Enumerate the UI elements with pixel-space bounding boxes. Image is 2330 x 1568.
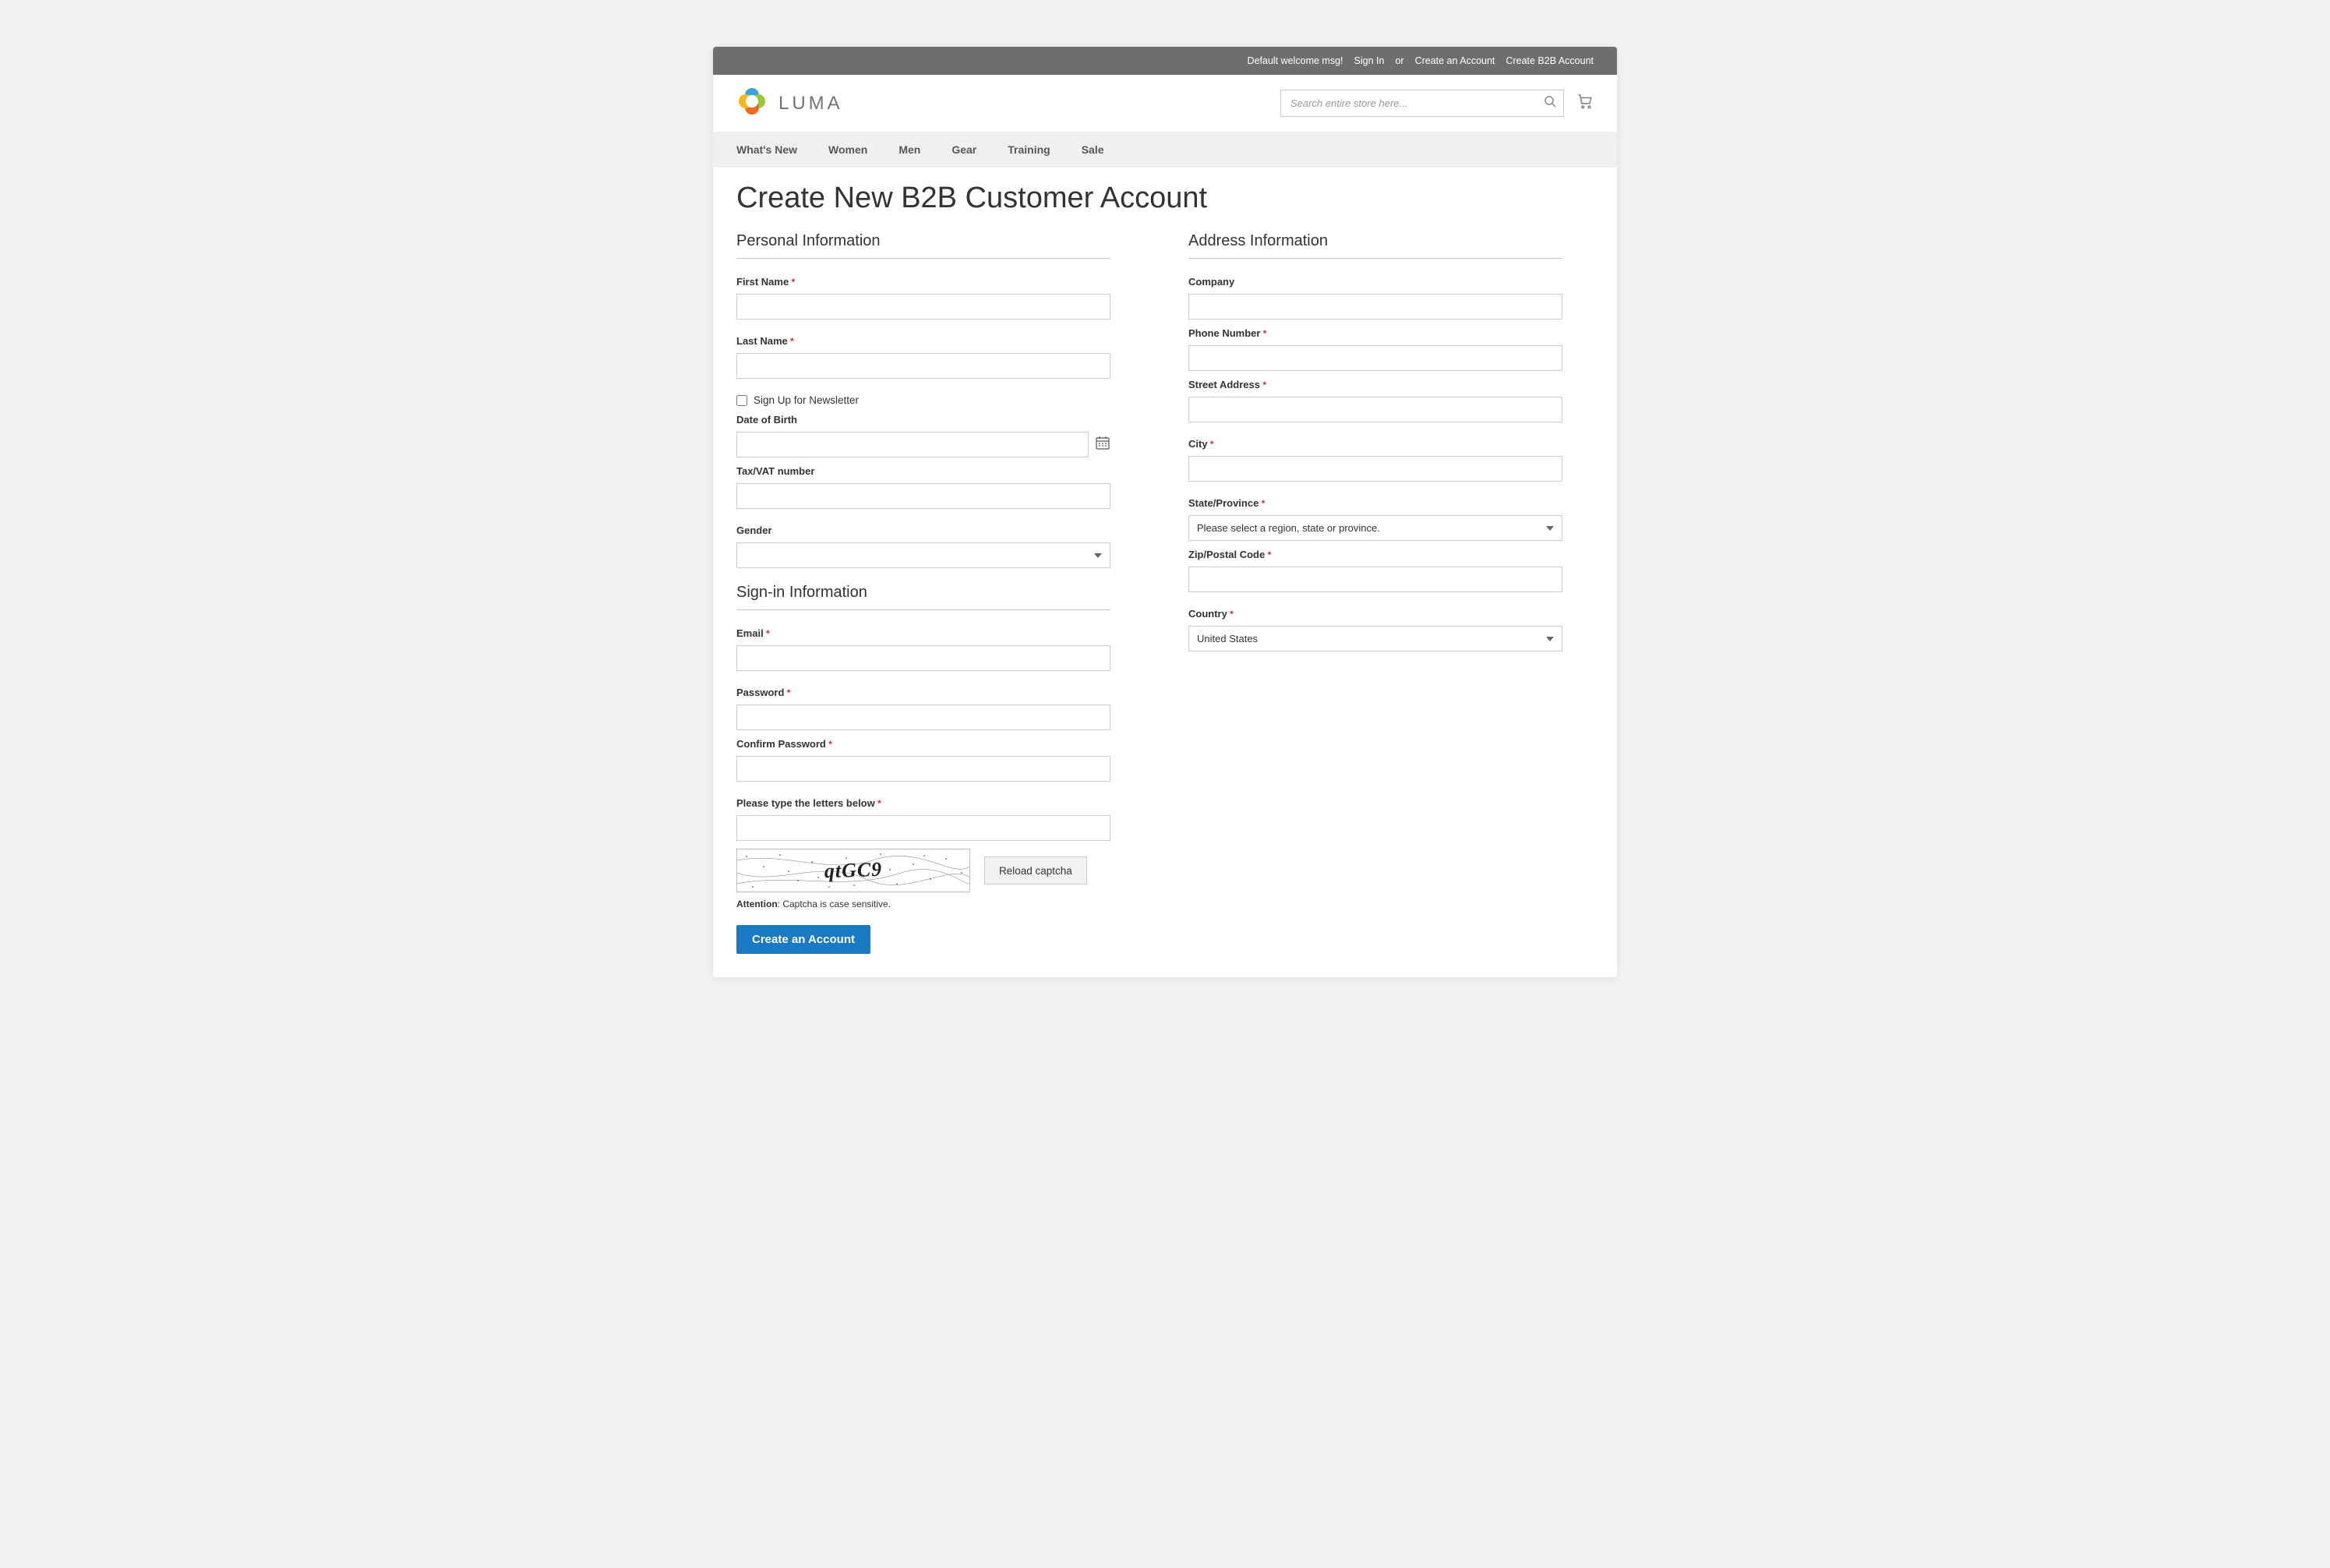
- newsletter-row: Sign Up for Newsletter: [736, 394, 1110, 406]
- cart-icon[interactable]: [1576, 93, 1594, 114]
- company-input[interactable]: [1188, 294, 1562, 320]
- label-state: State/Province: [1188, 497, 1562, 509]
- street-input[interactable]: [1188, 397, 1562, 422]
- nav-men[interactable]: Men: [898, 132, 934, 168]
- field-gender: Gender: [736, 524, 1110, 568]
- captcha-value: qtGC9: [824, 858, 882, 884]
- state-select[interactable]: Please select a region, state or provinc…: [1188, 515, 1562, 541]
- dob-input[interactable]: [736, 432, 1089, 457]
- label-confirm-password: Confirm Password: [736, 738, 1110, 750]
- nav-whats-new[interactable]: What's New: [736, 132, 811, 168]
- newsletter-label: Sign Up for Newsletter: [754, 394, 859, 406]
- page-title: Create New B2B Customer Account: [736, 182, 1594, 215]
- captcha-row: qtGC9 Reload captcha: [736, 849, 1110, 892]
- captcha-input[interactable]: [736, 815, 1110, 841]
- reload-captcha-button[interactable]: Reload captcha: [984, 856, 1087, 885]
- field-street: Street Address: [1188, 379, 1562, 422]
- attention-text: : Captcha is case sensitive.: [778, 899, 891, 909]
- right-column: Address Information Company Phone Number…: [1188, 229, 1562, 954]
- nav-sale[interactable]: Sale: [1082, 132, 1118, 168]
- create-b2b-account-link[interactable]: Create B2B Account: [1506, 55, 1594, 66]
- create-account-link[interactable]: Create an Account: [1415, 55, 1495, 66]
- phone-input[interactable]: [1188, 345, 1562, 371]
- field-dob: Date of Birth: [736, 414, 1110, 457]
- search-input[interactable]: [1280, 90, 1564, 117]
- captcha-attention: Attention: Captcha is case sensitive.: [736, 899, 1110, 909]
- field-last-name: Last Name: [736, 335, 1110, 379]
- calendar-icon[interactable]: [1095, 435, 1110, 454]
- password-input[interactable]: [736, 705, 1110, 730]
- main-nav: What's New Women Men Gear Training Sale: [713, 132, 1617, 168]
- label-city: City: [1188, 438, 1562, 450]
- label-email: Email: [736, 627, 1110, 639]
- topbar-or: or: [1395, 55, 1403, 66]
- last-name-input[interactable]: [736, 353, 1110, 379]
- first-name-input[interactable]: [736, 294, 1110, 320]
- form-columns: Personal Information First Name Last Nam…: [736, 229, 1594, 954]
- nav-women[interactable]: Women: [828, 132, 881, 168]
- left-column: Personal Information First Name Last Nam…: [736, 229, 1110, 954]
- taxvat-input[interactable]: [736, 483, 1110, 509]
- logo-text: LUMA: [778, 93, 843, 115]
- field-state: State/Province Please select a region, s…: [1188, 497, 1562, 541]
- label-phone: Phone Number: [1188, 327, 1562, 339]
- search-wrap: [1280, 90, 1564, 117]
- sign-in-link[interactable]: Sign In: [1354, 55, 1385, 66]
- label-zip: Zip/Postal Code: [1188, 549, 1562, 560]
- app-window: Default welcome msg! Sign In or Create a…: [713, 47, 1617, 977]
- personal-info-title: Personal Information: [736, 232, 1110, 259]
- nav-training[interactable]: Training: [1008, 132, 1064, 168]
- nav-gear[interactable]: Gear: [951, 132, 990, 168]
- field-city: City: [1188, 438, 1562, 482]
- field-phone: Phone Number: [1188, 327, 1562, 371]
- captcha-image: qtGC9: [736, 849, 970, 892]
- field-taxvat: Tax/VAT number: [736, 465, 1110, 509]
- luma-logo-icon: [736, 86, 768, 121]
- newsletter-checkbox[interactable]: [736, 395, 747, 406]
- welcome-message: Default welcome msg!: [1248, 55, 1343, 66]
- attention-prefix: Attention: [736, 899, 778, 909]
- page-content: Create New B2B Customer Account Personal…: [713, 168, 1617, 977]
- field-captcha: Please type the letters below: [736, 797, 1110, 841]
- field-password: Password: [736, 687, 1110, 730]
- label-captcha: Please type the letters below: [736, 797, 1110, 809]
- label-dob: Date of Birth: [736, 414, 1110, 426]
- label-company: Company: [1188, 276, 1562, 288]
- confirm-password-input[interactable]: [736, 756, 1110, 782]
- zip-input[interactable]: [1188, 567, 1562, 592]
- field-zip: Zip/Postal Code: [1188, 549, 1562, 592]
- email-input[interactable]: [736, 645, 1110, 671]
- city-input[interactable]: [1188, 456, 1562, 482]
- country-select[interactable]: United States: [1188, 626, 1562, 652]
- signin-info-title: Sign-in Information: [736, 584, 1110, 610]
- label-last-name: Last Name: [736, 335, 1110, 347]
- field-country: Country United States: [1188, 608, 1562, 652]
- address-info-title: Address Information: [1188, 232, 1562, 259]
- field-email: Email: [736, 627, 1110, 671]
- label-password: Password: [736, 687, 1110, 698]
- label-first-name: First Name: [736, 276, 1110, 288]
- label-street: Street Address: [1188, 379, 1562, 390]
- field-company: Company: [1188, 276, 1562, 320]
- label-taxvat: Tax/VAT number: [736, 465, 1110, 477]
- header: LUMA: [713, 75, 1617, 132]
- label-gender: Gender: [736, 524, 1110, 536]
- field-confirm-password: Confirm Password: [736, 738, 1110, 782]
- create-account-button[interactable]: Create an Account: [736, 925, 870, 954]
- topbar: Default welcome msg! Sign In or Create a…: [713, 47, 1617, 75]
- field-first-name: First Name: [736, 276, 1110, 320]
- header-actions: [1280, 90, 1594, 117]
- gender-select[interactable]: [736, 542, 1110, 568]
- logo[interactable]: LUMA: [736, 86, 843, 121]
- label-country: Country: [1188, 608, 1562, 620]
